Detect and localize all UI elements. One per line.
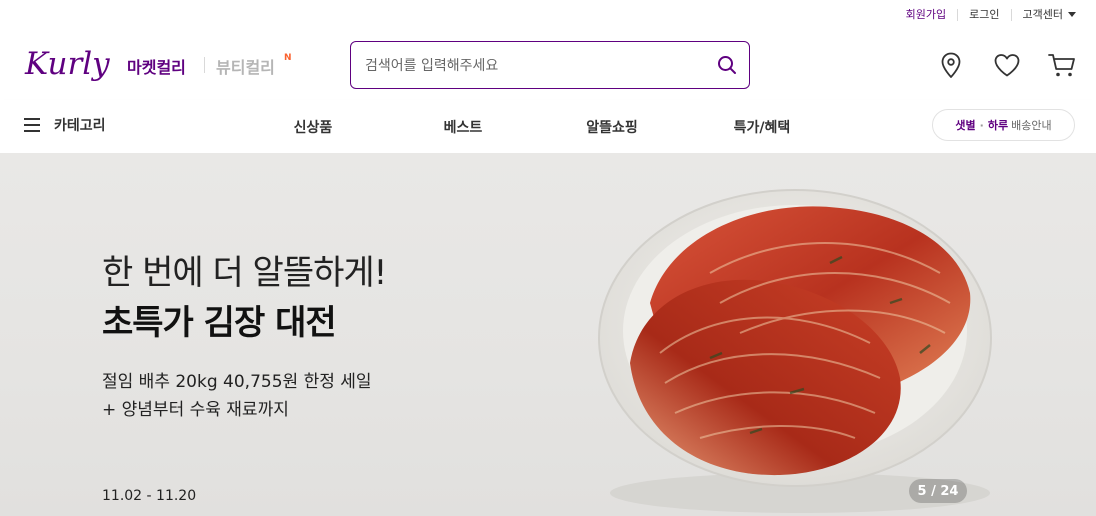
nav-item-deals[interactable]: 특가/혜택 — [722, 117, 802, 137]
search-input[interactable] — [365, 54, 705, 78]
new-badge: N — [284, 53, 292, 63]
hamburger-icon — [24, 118, 40, 132]
nav-item-best[interactable]: 베스트 — [423, 117, 503, 137]
delivery-info-button[interactable]: 샛별 · 하루 배송안내 — [932, 109, 1075, 141]
category-label: 카테고리 — [54, 118, 106, 134]
svg-text:Kurly: Kurly — [24, 46, 110, 82]
market-kurly-tab[interactable]: 마켓컬리 — [127, 54, 186, 78]
kimchi-bowl-image — [598, 189, 992, 513]
banner-subtitle-2: + 양념부터 수육 재료까지 — [102, 400, 289, 420]
beauty-kurly-tab[interactable]: 뷰티컬리 — [216, 54, 275, 78]
banner-date: 11.02 - 11.20 — [102, 488, 197, 504]
banner-subtitle: 절임 배추 20kg 40,755원 한정 세일 — [102, 372, 372, 392]
caret-down-icon — [1068, 12, 1076, 17]
nav-item-new[interactable]: 신상품 — [273, 117, 353, 137]
customer-center-menu[interactable]: 고객센터 — [1012, 8, 1076, 21]
banner-headline: 한 번에 더 알뜰하게! — [102, 253, 387, 293]
delivery-day-label: 하루 — [987, 119, 1009, 132]
divider — [204, 57, 205, 73]
banner-pager[interactable]: 5 / 24 — [909, 479, 967, 503]
location-pin-icon[interactable] — [936, 50, 966, 80]
main-nav: 카테고리 신상품 베스트 알뜰쇼핑 특가/혜택 샛별 · 하루 배송안내 — [0, 100, 1096, 153]
signup-link[interactable]: 회원가입 — [895, 8, 957, 21]
hero-banner[interactable]: 한 번에 더 알뜰하게! 초특가 김장 대전 절임 배추 20kg 40,755… — [0, 153, 1096, 516]
nav-item-bargain[interactable]: 알뜰쇼핑 — [572, 117, 652, 137]
search-box[interactable] — [350, 41, 750, 89]
utility-links: 회원가입 로그인 고객센터 — [895, 8, 1076, 21]
login-link[interactable]: 로그인 — [958, 8, 1010, 21]
delivery-info-label: 배송안내 — [1011, 119, 1052, 132]
heart-icon[interactable] — [992, 50, 1022, 80]
customer-center-label: 고객센터 — [1022, 8, 1063, 21]
utility-bar: 회원가입 로그인 고객센터 — [0, 0, 1096, 30]
cart-icon[interactable] — [1047, 50, 1077, 80]
search-icon[interactable] — [715, 53, 739, 77]
kurly-logo[interactable]: Kurly — [24, 40, 110, 90]
delivery-dot: · — [979, 118, 984, 132]
category-menu-button[interactable]: 카테고리 — [24, 115, 106, 135]
banner-title: 초특가 김장 대전 — [102, 303, 337, 343]
delivery-dawn-label: 샛별 — [955, 119, 976, 132]
